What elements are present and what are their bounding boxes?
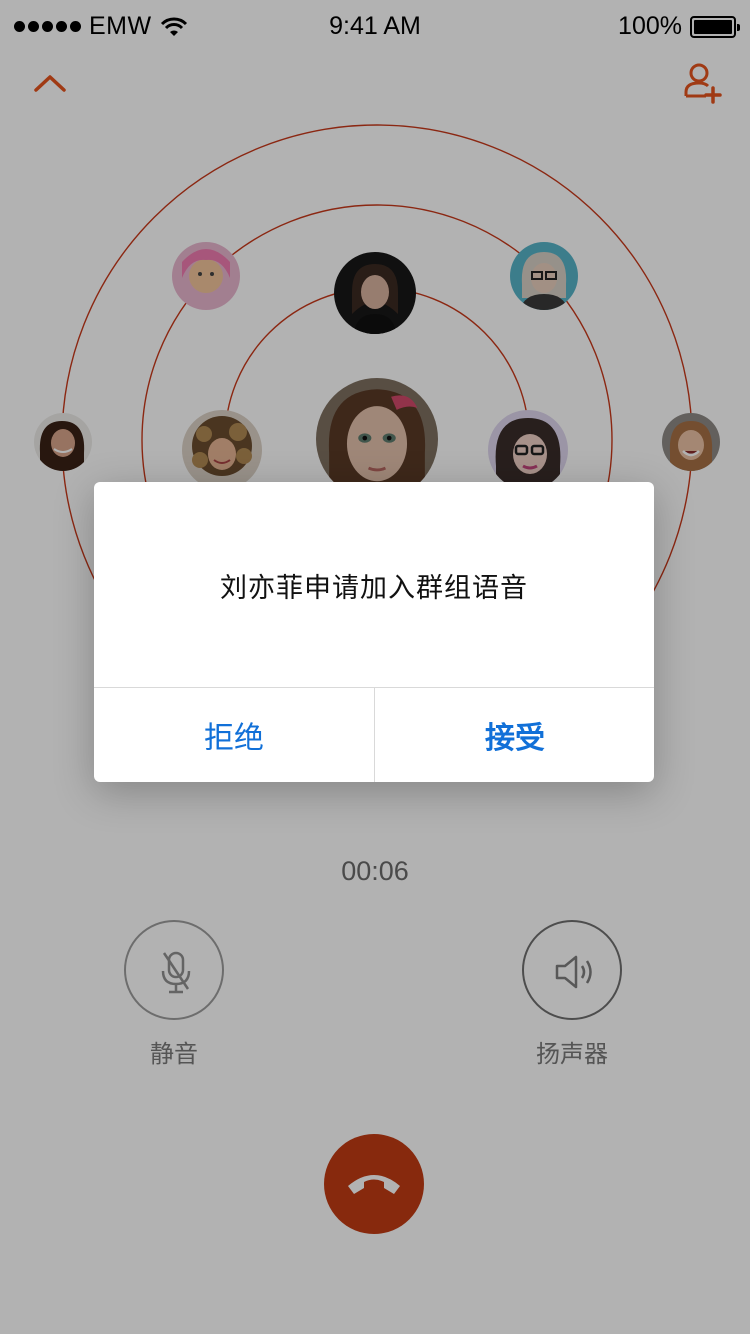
voice-call-screen: EMW 9:41 AM 100% 00:06 静音 扬声器 刘亦菲申请加入群组语… [0,0,750,1334]
dialog-message: 刘亦菲申请加入群组语音 [220,572,528,603]
reject-button[interactable]: 拒绝 [94,688,374,782]
accept-button[interactable]: 接受 [375,688,654,782]
join-request-dialog: 刘亦菲申请加入群组语音 拒绝 接受 [94,482,654,782]
